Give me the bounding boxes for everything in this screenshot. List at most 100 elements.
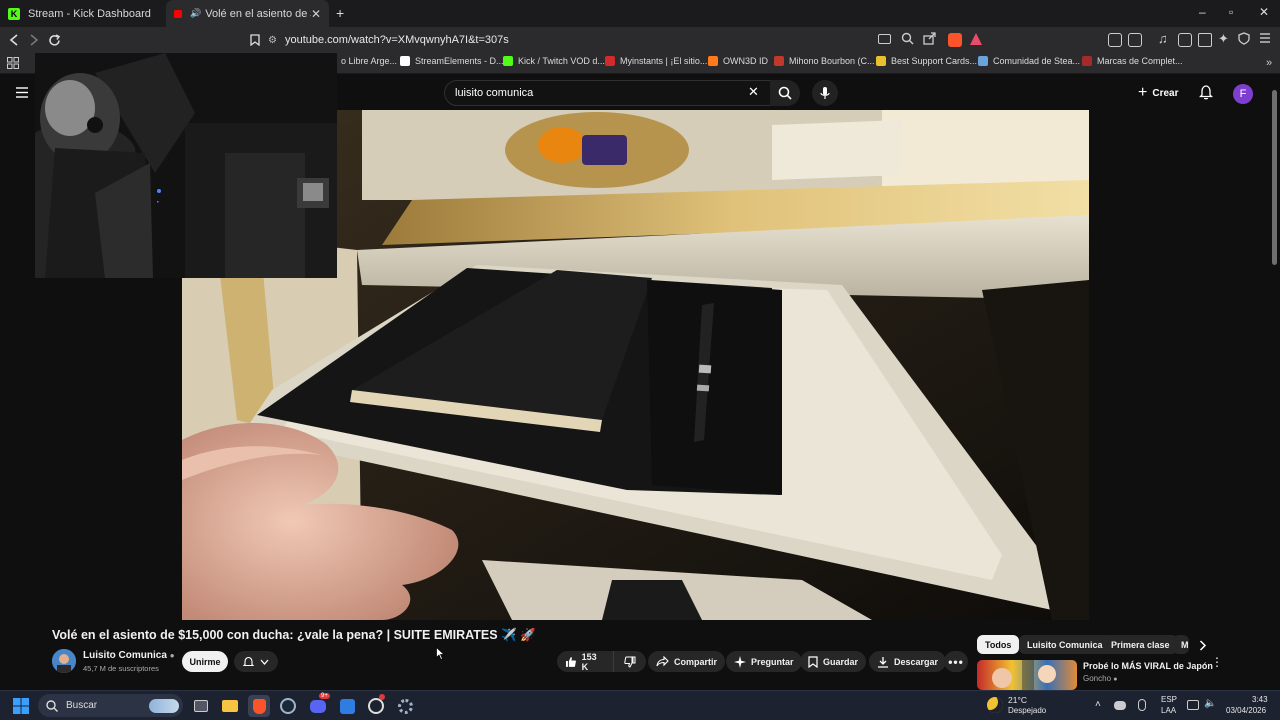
hamburger-icon[interactable]: [16, 87, 28, 98]
language-indicator[interactable]: ESP: [1161, 695, 1177, 704]
bookmark-label: Marcas de Complet...: [1097, 56, 1183, 66]
verified-icon: ●: [169, 651, 175, 660]
minimize-button[interactable]: –: [1199, 5, 1206, 19]
subscription-bell-button[interactable]: [234, 651, 278, 672]
bookmark-item[interactable]: StreamElements - D...: [400, 56, 504, 66]
reader-icon[interactable]: [1128, 33, 1142, 47]
more-vertical-icon[interactable]: ⋮: [1211, 656, 1223, 668]
clock-time[interactable]: 3:43: [1252, 695, 1268, 704]
leo-ai-icon[interactable]: ✦: [1218, 31, 1229, 47]
app-blue-icon[interactable]: [336, 695, 358, 717]
obs-icon[interactable]: [365, 694, 387, 717]
tray-mic-icon[interactable]: [1138, 699, 1146, 711]
maximize-button[interactable]: ▫: [1229, 5, 1233, 19]
network-icon[interactable]: [1187, 700, 1199, 710]
reload-icon[interactable]: [45, 31, 63, 49]
settings-gear-icon[interactable]: [394, 695, 416, 717]
plus-icon: +: [1138, 84, 1148, 101]
new-tab-button[interactable]: +: [336, 5, 344, 21]
bookmark-item[interactable]: Best Support Cards...: [876, 56, 977, 66]
create-button[interactable]: + Crear: [1138, 82, 1178, 104]
bookmark-favicon: [400, 56, 410, 66]
steam-icon[interactable]: [277, 695, 299, 717]
related-video-title[interactable]: Probé lo MÁS VIRAL de Japón: [1083, 661, 1213, 671]
windows-taskbar: Buscar 9+ 21°C Despejado ˄ ESP LAA 🔈 3:4…: [0, 690, 1280, 720]
chip-all[interactable]: Todos: [977, 635, 1020, 654]
close-window-button[interactable]: ✕: [1259, 5, 1269, 19]
browser-tab-kick[interactable]: K Stream - Kick Dashboard: [0, 0, 165, 27]
like-button[interactable]: 153 K: [557, 651, 613, 672]
sidebar-icon[interactable]: [1178, 33, 1192, 47]
page-scrollbar[interactable]: [1272, 90, 1277, 265]
volume-icon[interactable]: 🔈: [1204, 698, 1216, 709]
more-bookmarks-icon[interactable]: »: [1266, 57, 1272, 69]
task-view-icon[interactable]: [190, 695, 212, 717]
tray-overflow-icon[interactable]: ˄: [1095, 699, 1101, 710]
share-button[interactable]: Compartir: [648, 651, 726, 672]
taskbar-search-text: Buscar: [66, 700, 98, 711]
windows-start-icon[interactable]: [13, 698, 29, 714]
ask-button[interactable]: Preguntar: [726, 651, 802, 672]
share-icon[interactable]: [923, 32, 936, 45]
chip-first-class[interactable]: Primera clase: [1103, 635, 1178, 654]
voice-search-button[interactable]: [812, 80, 838, 106]
back-icon[interactable]: [5, 31, 23, 49]
chip-channel[interactable]: Luisito Comunica: [1019, 635, 1111, 654]
notifications-icon[interactable]: [1199, 84, 1213, 100]
search-input[interactable]: luisito comunica: [444, 80, 772, 106]
brave-rewards-icon[interactable]: [970, 33, 982, 45]
browser-tab-youtube[interactable]: 🔊 Volé en el asiento de $15,000 ✕: [166, 0, 329, 27]
subscriber-count: 45,7 M de suscriptores: [83, 664, 159, 673]
chevron-right-icon[interactable]: [1199, 640, 1207, 651]
extensions-icon[interactable]: [1108, 33, 1122, 47]
chevron-down-icon: [260, 659, 269, 665]
channel-name-text: Luisito Comunica: [83, 650, 167, 661]
forward-icon[interactable]: [25, 31, 43, 49]
taskbar-search[interactable]: Buscar: [38, 694, 183, 717]
weather-temp[interactable]: 21°C: [1008, 695, 1027, 705]
bookmark-label: StreamElements - D...: [415, 56, 504, 66]
account-avatar[interactable]: F: [1233, 84, 1253, 104]
vpn-icon[interactable]: [1238, 32, 1250, 45]
bookmark-icon[interactable]: [246, 31, 264, 49]
bookmark-item[interactable]: Mihono Bourbon (C...: [774, 56, 875, 66]
bookmark-label: Mihono Bourbon (C...: [789, 56, 875, 66]
bookmark-item[interactable]: Comunidad de Stea...: [978, 56, 1080, 66]
join-button[interactable]: Unirme: [182, 651, 228, 672]
bookmark-item[interactable]: OWN3D ID: [708, 56, 768, 66]
media-icon[interactable]: ♫: [1158, 31, 1168, 46]
weather-desc[interactable]: Despejado: [1008, 706, 1046, 715]
clear-search-icon[interactable]: ✕: [748, 84, 759, 100]
menu-icon[interactable]: [1259, 32, 1271, 44]
tray-cloud-icon[interactable]: [1114, 701, 1126, 710]
bell-icon: [243, 656, 254, 666]
clock-date[interactable]: 03/04/2026: [1226, 706, 1266, 715]
bookmark-item[interactable]: Kick / Twitch VOD d...: [503, 56, 605, 66]
sparkle-icon: [734, 655, 746, 668]
discord-icon[interactable]: 9+: [307, 693, 330, 717]
webcam-frame: [35, 53, 337, 278]
save-button[interactable]: Guardar: [800, 651, 867, 672]
file-explorer-icon[interactable]: [219, 695, 241, 717]
cast-icon[interactable]: [878, 34, 891, 44]
download-button[interactable]: Descargar: [869, 651, 947, 672]
apps-grid-icon[interactable]: [7, 57, 19, 69]
channel-avatar[interactable]: [52, 649, 76, 673]
bookmark-item[interactable]: Myinstants | ¡El sitio...: [605, 56, 707, 66]
discord-badge: 9+: [319, 693, 330, 699]
dislike-button[interactable]: [613, 651, 646, 672]
brave-shields-icon[interactable]: [948, 33, 962, 47]
search-button[interactable]: [770, 80, 800, 106]
brave-browser-icon[interactable]: [248, 695, 270, 717]
channel-name[interactable]: Luisito Comunica ●: [83, 650, 175, 661]
related-video-thumbnail[interactable]: [977, 660, 1077, 690]
chip-more[interactable]: M: [1173, 635, 1189, 654]
bookmark-favicon: [876, 56, 886, 66]
bookmark-item[interactable]: Marcas de Complet...: [1082, 56, 1183, 66]
more-actions-button[interactable]: •••: [944, 651, 968, 672]
zoom-icon[interactable]: [901, 32, 914, 45]
wallet-icon[interactable]: [1198, 33, 1212, 47]
close-tab-icon[interactable]: ✕: [311, 7, 321, 21]
site-settings-icon[interactable]: ⚙: [268, 35, 277, 46]
related-video-channel[interactable]: Goncho ●: [1083, 674, 1118, 683]
